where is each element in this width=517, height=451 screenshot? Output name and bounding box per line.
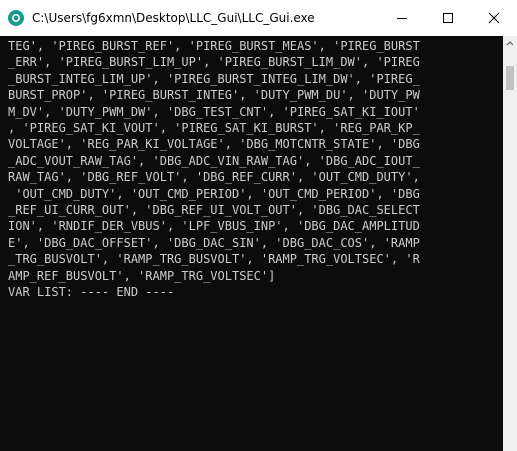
maximize-button[interactable] [425,0,471,36]
close-button[interactable] [471,0,517,36]
scroll-up-arrow-icon [506,41,514,46]
console-line: 'OUT_CMD_DUTY', 'OUT_CMD_PERIOD', 'OUT_C… [8,186,420,201]
console-output: TEG', 'PIREG_BURST_REF', 'PIREG_BURST_ME… [0,36,503,301]
maximize-icon [443,13,453,23]
console-line: M_DV', 'DUTY_PWM_DW', 'DBG_TEST_CNT', 'P… [8,104,420,119]
close-icon [488,12,500,24]
console-line: ION', 'RNDIF_DER_VBUS', 'LPF_VBUS_INP', … [8,219,420,234]
console-window: C:\Users\fg6xmn\Desktop\LLC_Gui\LLC_Gui.… [0,0,517,451]
minimize-button[interactable] [379,0,425,36]
console-line: BURST_PROP', 'PIREG_BURST_INTEG', 'DUTY_… [8,88,420,103]
scroll-up-button[interactable] [503,36,517,50]
console-line: AMP_REF_BUSVOLT', 'RAMP_TRG_VOLTSEC'] [8,268,276,283]
window-title: C:\Users\fg6xmn\Desktop\LLC_Gui\LLC_Gui.… [32,11,315,25]
scrollbar-thumb[interactable] [506,66,514,90]
console-line: VOLTAGE', 'REG_PAR_KI_VOLTAGE', 'DBG_MOT… [8,137,420,152]
console-line: TEG', 'PIREG_BURST_REF', 'PIREG_BURST_ME… [8,39,420,53]
console-line: _ADC_VOUT_RAW_TAG', 'DBG_ADC_VIN_RAW_TAG… [8,153,420,168]
console-output-area[interactable]: TEG', 'PIREG_BURST_REF', 'PIREG_BURST_ME… [0,36,503,451]
console-line: , 'PIREG_SAT_KI_VOUT', 'PIREG_SAT_KI_BUR… [8,121,420,136]
console-line: E', 'DBG_DAC_OFFSET', 'DBG_DAC_SIN', 'DB… [8,235,420,250]
console-line: _REF_UI_CURR_OUT', 'DBG_REF_UI_VOLT_OUT'… [8,203,420,218]
title-bar[interactable]: C:\Users\fg6xmn\Desktop\LLC_Gui\LLC_Gui.… [0,0,517,36]
console-line: _TRG_BUSVOLT', 'RAMP_TRG_BUSVOLT', 'RAMP… [8,252,420,267]
console-app-icon[interactable] [8,10,24,26]
vertical-scrollbar[interactable] [503,36,517,451]
console-line: RAW_TAG', 'DBG_REF_VOLT', 'DBG_REF_CURR'… [8,170,420,185]
console-line: _BURST_INTEG_LIM_UP', 'PIREG_BURST_INTEG… [8,71,420,86]
console-line: VAR LIST: ---- END ---- [8,285,175,300]
console-line: _ERR', 'PIREG_BURST_LIM_UP', 'PIREG_BURS… [8,55,420,70]
minimize-icon [397,18,407,19]
